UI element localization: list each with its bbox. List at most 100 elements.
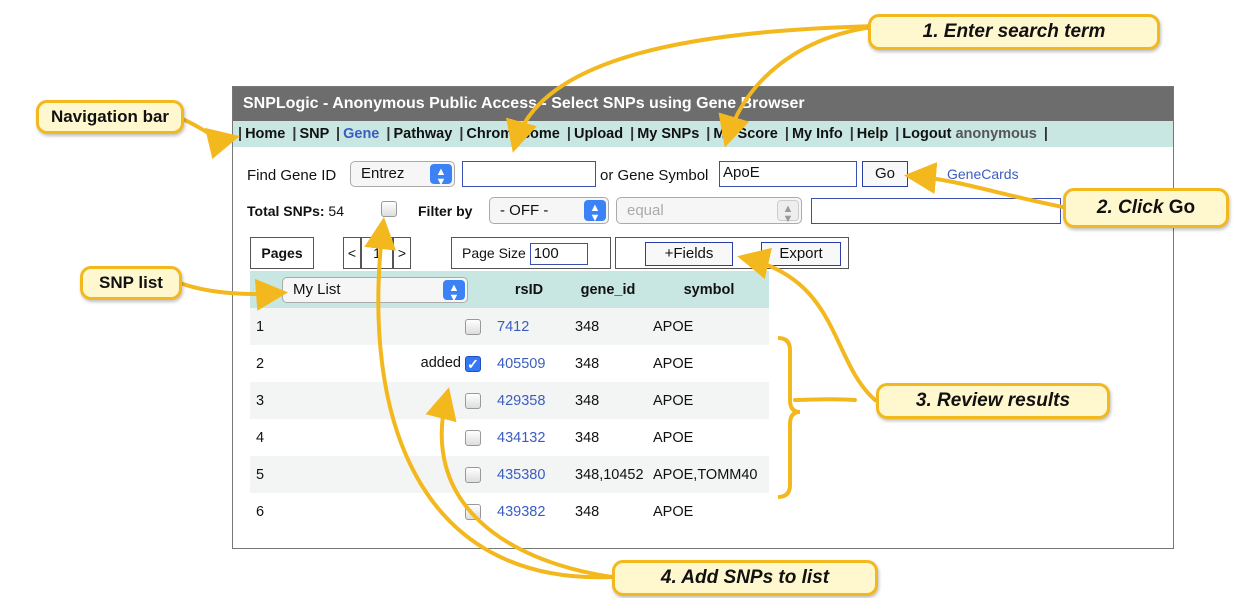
page-size-label: Page Size [462, 245, 526, 261]
callout-navigation-bar: Navigation bar [36, 100, 184, 134]
filter-operator-select[interactable]: equal ▲ ▼ [616, 197, 802, 225]
gene-symbol-label: or Gene Symbol [600, 167, 709, 184]
next-page-button[interactable]: > [393, 237, 411, 269]
row-index: 4 [256, 429, 265, 446]
column-header-symbol[interactable]: symbol [649, 271, 769, 308]
row-checkbox[interactable] [465, 392, 481, 409]
nav-gene[interactable]: Gene [343, 126, 379, 142]
row-select-cell [276, 493, 491, 530]
select-arrows-icon: ▲ ▼ [777, 200, 799, 225]
table-row: 2 added ✓ 405509 348 APOE [250, 345, 769, 382]
callout-step4: 4. Add SNPs to list [612, 560, 878, 596]
row-rsid[interactable]: 7412 [491, 308, 567, 345]
nav-username: anonymous [955, 126, 1037, 142]
select-arrows-icon: ▲ ▼ [443, 279, 465, 303]
row-select-cell: added ✓ [276, 345, 491, 382]
row-checkbox[interactable] [465, 429, 481, 446]
callout-step2-text: 2. Click [1096, 197, 1164, 218]
nav-my-snps[interactable]: My SNPs [637, 126, 699, 142]
navigation-bar: | Home | SNP | Gene | Pathway | Chromosome | U… [233, 121, 1173, 147]
table-header-row: # My List ▲ ▼ rsID gene_id symbol [250, 271, 769, 308]
find-gene-id-label: Find Gene ID [247, 167, 337, 184]
row-symbol: APOE [649, 382, 769, 419]
filter-by-label: Filter by [418, 203, 473, 219]
row-index: 1 [250, 308, 276, 345]
arrow-navbar [178, 116, 240, 160]
select-arrows-icon: ▲ ▼ [430, 164, 452, 188]
nav-logout[interactable]: Logout [902, 126, 951, 142]
filter-operator-value: equal [627, 202, 664, 219]
row-symbol: APOE [649, 308, 769, 345]
callout-step2: 2. Click Go [1063, 188, 1229, 228]
row-gene-id: 348 [575, 503, 600, 520]
row-checkbox[interactable] [465, 466, 481, 483]
nav-help[interactable]: Help [857, 126, 888, 142]
snp-list-select[interactable]: My List ▲ ▼ [282, 276, 468, 303]
nav-my-score[interactable]: My Score [713, 126, 777, 142]
current-page[interactable]: 1 [361, 237, 393, 269]
table-row: 5 435380 348,10452 APOE,TOMM40 [250, 456, 769, 493]
results-table: # My List ▲ ▼ rsID gene_id symbol 1 7412 34… [250, 271, 769, 530]
row-select-cell [276, 382, 491, 419]
nav-snp[interactable]: SNP [299, 126, 329, 142]
row-gene-id: 348 [575, 429, 600, 446]
go-button[interactable]: Go [862, 161, 908, 187]
row-checkbox[interactable] [465, 318, 481, 335]
column-header-rsid[interactable]: rsID [491, 271, 567, 308]
select-arrows-icon: ▲ ▼ [584, 200, 606, 224]
page-size-input[interactable]: 100 [529, 243, 588, 265]
row-index: 2 [256, 355, 265, 372]
callout-step1: 1. Enter search term [868, 14, 1160, 50]
total-snps-label: Total SNPs: 54 [247, 203, 344, 219]
table-row: 3 429358 348 APOE [250, 382, 769, 419]
column-header-list: My List ▲ ▼ [276, 271, 491, 308]
nav-upload[interactable]: Upload [574, 126, 623, 142]
callout-step3: 3. Review results [876, 383, 1110, 419]
gene-symbol-input[interactable]: ApoE [719, 161, 857, 187]
row-gene-id: 348 [575, 355, 600, 372]
row-rsid[interactable]: 429358 [491, 382, 567, 419]
row-checkbox[interactable] [465, 503, 481, 520]
row-status: added [420, 355, 461, 372]
row-rsid[interactable]: 439382 [491, 493, 567, 530]
nav-my-info[interactable]: My Info [792, 126, 843, 142]
app-window: SNPLogic - Anonymous Public Access - Sel… [232, 86, 1174, 549]
table-row: 4 434132 348 APOE [250, 419, 769, 456]
genecards-link[interactable]: GeneCards [947, 166, 1019, 182]
add-fields-button[interactable]: +Fields [645, 242, 733, 266]
row-gene-id: 348 [567, 308, 649, 345]
column-header-gene-id[interactable]: gene_id [567, 271, 649, 308]
nav-home[interactable]: Home [245, 126, 285, 142]
row-rsid[interactable]: 405509 [491, 345, 567, 382]
prev-page-button[interactable]: < [343, 237, 361, 269]
total-snps-text: Total SNPs: [247, 203, 325, 219]
gene-id-input[interactable] [462, 161, 596, 187]
row-rsid[interactable]: 434132 [491, 419, 567, 456]
nav-pathway[interactable]: Pathway [393, 126, 452, 142]
column-header-index: # [250, 271, 276, 308]
callout-step2-go: Go [1168, 197, 1196, 218]
id-source-select[interactable]: Entrez ▲ ▼ [350, 161, 455, 188]
row-index: 5 [250, 456, 276, 493]
select-all-checkbox[interactable] [381, 201, 397, 217]
row-symbol: APOE [653, 429, 694, 446]
pages-label: Pages [250, 237, 314, 269]
nav-chromosome[interactable]: Chromosome [466, 126, 559, 142]
callout-snp-list: SNP list [80, 266, 182, 300]
filter-field-value: - OFF - [500, 202, 549, 219]
row-select-cell [276, 308, 491, 345]
filter-value-input[interactable] [811, 198, 1061, 224]
table-row: 6 439382 348 APOE [250, 493, 769, 530]
row-select-cell [276, 419, 491, 456]
id-source-value: Entrez [361, 165, 405, 182]
window-title: SNPLogic - Anonymous Public Access - Sel… [233, 87, 1173, 121]
row-index: 3 [250, 382, 276, 419]
row-rsid[interactable]: 435380 [491, 456, 567, 493]
page-size-group: Page Size 100 [451, 237, 611, 269]
row-gene-id: 348,10452 [567, 456, 649, 493]
export-button[interactable]: Export [761, 242, 841, 266]
filter-field-select[interactable]: - OFF - ▲ ▼ [489, 197, 609, 224]
row-checkbox[interactable]: ✓ [465, 355, 481, 372]
snp-list-value: My List [293, 280, 341, 298]
row-index: 6 [256, 503, 265, 520]
